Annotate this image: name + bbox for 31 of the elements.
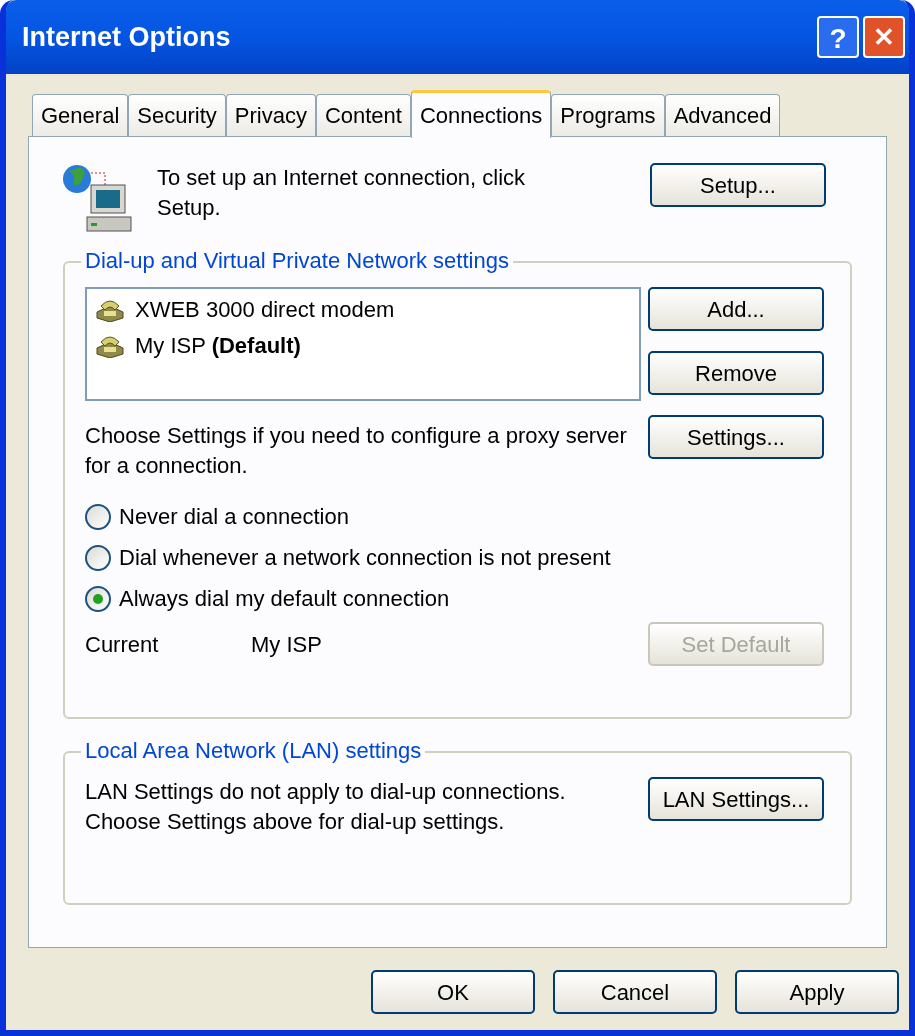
current-label: Current <box>85 630 160 659</box>
tab[interactable]: General <box>32 94 129 136</box>
settings-button[interactable]: Settings... <box>648 415 824 459</box>
radio-label: Always dial my default connection <box>119 585 450 613</box>
connection-item[interactable]: My ISP (Default) <box>95 327 331 363</box>
apply-button[interactable]: Apply <box>735 970 899 1014</box>
proxy-description: Choose Settings if you need to configure a proxy server for a connection. <box>85 422 628 480</box>
radio-label: Never dial a connection <box>119 503 349 531</box>
lan-settings-button[interactable]: LAN Settings... <box>648 777 824 821</box>
window-title: Internet Options <box>22 20 232 54</box>
radio-button[interactable] <box>85 585 111 612</box>
tab[interactable]: Content <box>315 94 411 136</box>
help-button[interactable]: ? <box>817 16 859 58</box>
tab[interactable]: Advanced <box>664 94 781 136</box>
radio-label: Dial whenever a network connection is not present <box>119 544 611 572</box>
close-button[interactable]: ✕ <box>863 16 905 58</box>
add-button[interactable]: Add... <box>648 287 824 331</box>
setup-button[interactable]: Setup... <box>650 163 826 207</box>
remove-button[interactable]: Remove <box>648 351 824 395</box>
ok-button[interactable]: OK <box>371 970 535 1014</box>
radio-button[interactable] <box>85 503 111 530</box>
cancel-button[interactable]: Cancel <box>553 970 717 1014</box>
connection-item[interactable]: XWEB 3000 direct modem <box>95 291 425 327</box>
tab[interactable]: Programs <box>551 94 665 136</box>
radio-button[interactable] <box>85 544 111 571</box>
lan-description: LAN Settings do not apply to dial-up connections. Choose Settings above for dial-up settings. <box>85 778 567 836</box>
tab[interactable]: Connections <box>410 90 552 138</box>
tab[interactable]: Privacy <box>225 94 316 136</box>
current-value: My ISP <box>251 630 322 659</box>
tab[interactable]: Security <box>128 94 226 136</box>
setup-description: To set up an Internet connection, click Setup. <box>157 164 527 222</box>
